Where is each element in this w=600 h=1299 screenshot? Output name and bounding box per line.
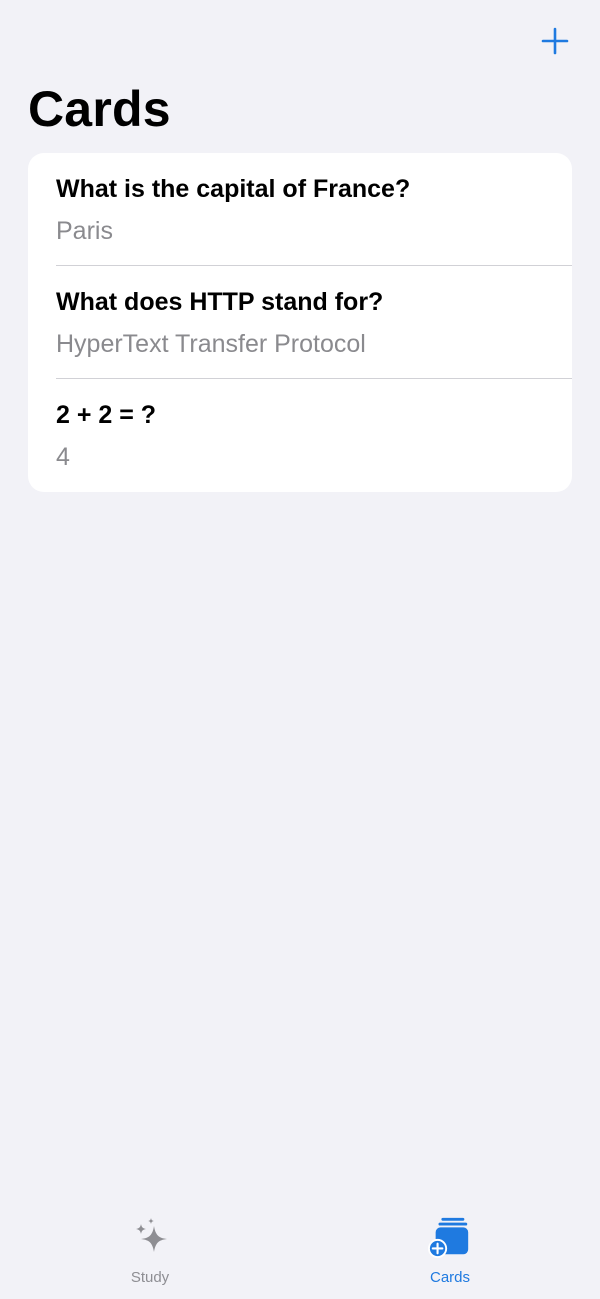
card-row[interactable]: What does HTTP stand for? HyperText Tran… (28, 266, 572, 379)
card-question: 2 + 2 = ? (56, 401, 157, 429)
card-row[interactable]: What is the capital of France? Paris (28, 153, 572, 266)
card-answer: 4 (56, 443, 70, 471)
tab-bar: Study Cards (0, 1199, 600, 1299)
card-row[interactable]: 2 + 2 = ? 4 (28, 379, 572, 492)
card-question: What does HTTP stand for? (56, 288, 384, 316)
page-title: Cards (28, 81, 171, 137)
add-card-button[interactable] (538, 24, 572, 58)
plus-icon (541, 27, 569, 55)
cards-plus-icon (428, 1215, 472, 1259)
card-answer: HyperText Transfer Protocol (56, 330, 366, 358)
sparkles-icon (128, 1215, 172, 1259)
cards-screen: Cards What is the capital of France? Par… (0, 0, 600, 1299)
tab-label: Cards (429, 1269, 470, 1286)
card-question: What is the capital of France? (56, 175, 411, 203)
tab-label: Study (130, 1269, 170, 1286)
tab-study[interactable]: Study (90, 1215, 210, 1285)
tab-cards[interactable]: Cards (390, 1215, 510, 1285)
card-list: What is the capital of France? Paris Wha… (28, 153, 572, 492)
card-answer: Paris (56, 217, 113, 245)
